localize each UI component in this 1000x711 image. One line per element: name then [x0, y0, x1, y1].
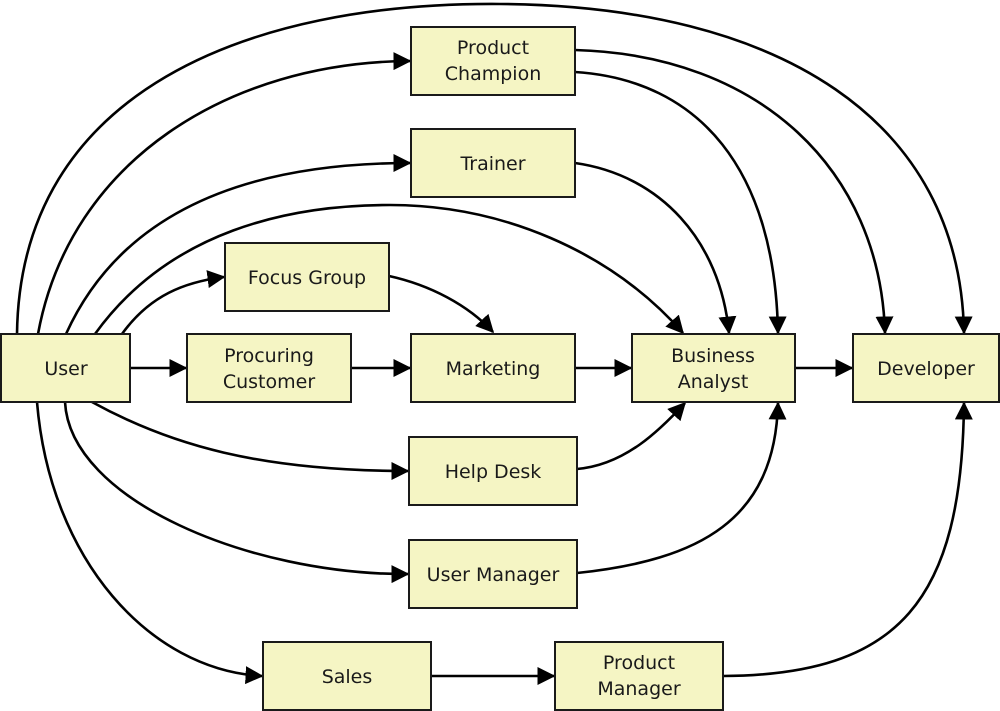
node-label: Developer — [877, 358, 975, 380]
node-user-manager: User Manager — [408, 539, 578, 609]
node-label: Product — [603, 652, 675, 674]
node-label: Marketing — [446, 358, 541, 380]
node-label: Sales — [322, 666, 373, 688]
node-label: Focus Group — [248, 267, 366, 289]
node-label: Procuring — [224, 345, 314, 367]
edge-user-manager-business-analyst — [576, 401, 787, 575]
node-label: Product — [457, 37, 529, 59]
requirements-stakeholder-diagram: User Procuring Customer Marketing Busine… — [0, 2, 1000, 711]
node-user: User — [0, 333, 131, 403]
edge-product-champion-business-analyst — [574, 70, 787, 335]
edge-user-sales — [35, 401, 264, 685]
node-label: Champion — [445, 63, 541, 85]
node-procuring-customer: Procuring Customer — [186, 333, 352, 403]
node-focus-group: Focus Group — [224, 242, 390, 312]
node-help-desk: Help Desk — [408, 436, 578, 506]
node-trainer: Trainer — [410, 128, 576, 198]
node-label: Manager — [597, 678, 680, 700]
node-marketing: Marketing — [410, 333, 576, 403]
node-developer: Developer — [852, 333, 1000, 403]
node-label: Help Desk — [445, 461, 542, 483]
edge-user-user-manager — [63, 401, 410, 584]
edge-trainer-business-analyst — [574, 161, 737, 335]
node-label: Trainer — [459, 153, 525, 175]
node-label: User Manager — [427, 564, 560, 586]
node-label: Customer — [223, 371, 315, 393]
node-business-analyst: Business Analyst — [631, 333, 796, 403]
node-sales: Sales — [262, 641, 432, 711]
edge-user-help-desk — [91, 400, 410, 480]
edge-focus-group-marketing — [388, 274, 495, 334]
node-product-manager: Product Manager — [554, 641, 724, 711]
node-product-champion: Product Champion — [410, 26, 576, 96]
edge-product-manager-developer — [722, 401, 973, 678]
node-label: Business — [671, 345, 755, 367]
node-label: User — [44, 358, 87, 380]
edge-help-desk-business-analyst — [576, 401, 687, 471]
node-label: Analyst — [678, 371, 749, 393]
